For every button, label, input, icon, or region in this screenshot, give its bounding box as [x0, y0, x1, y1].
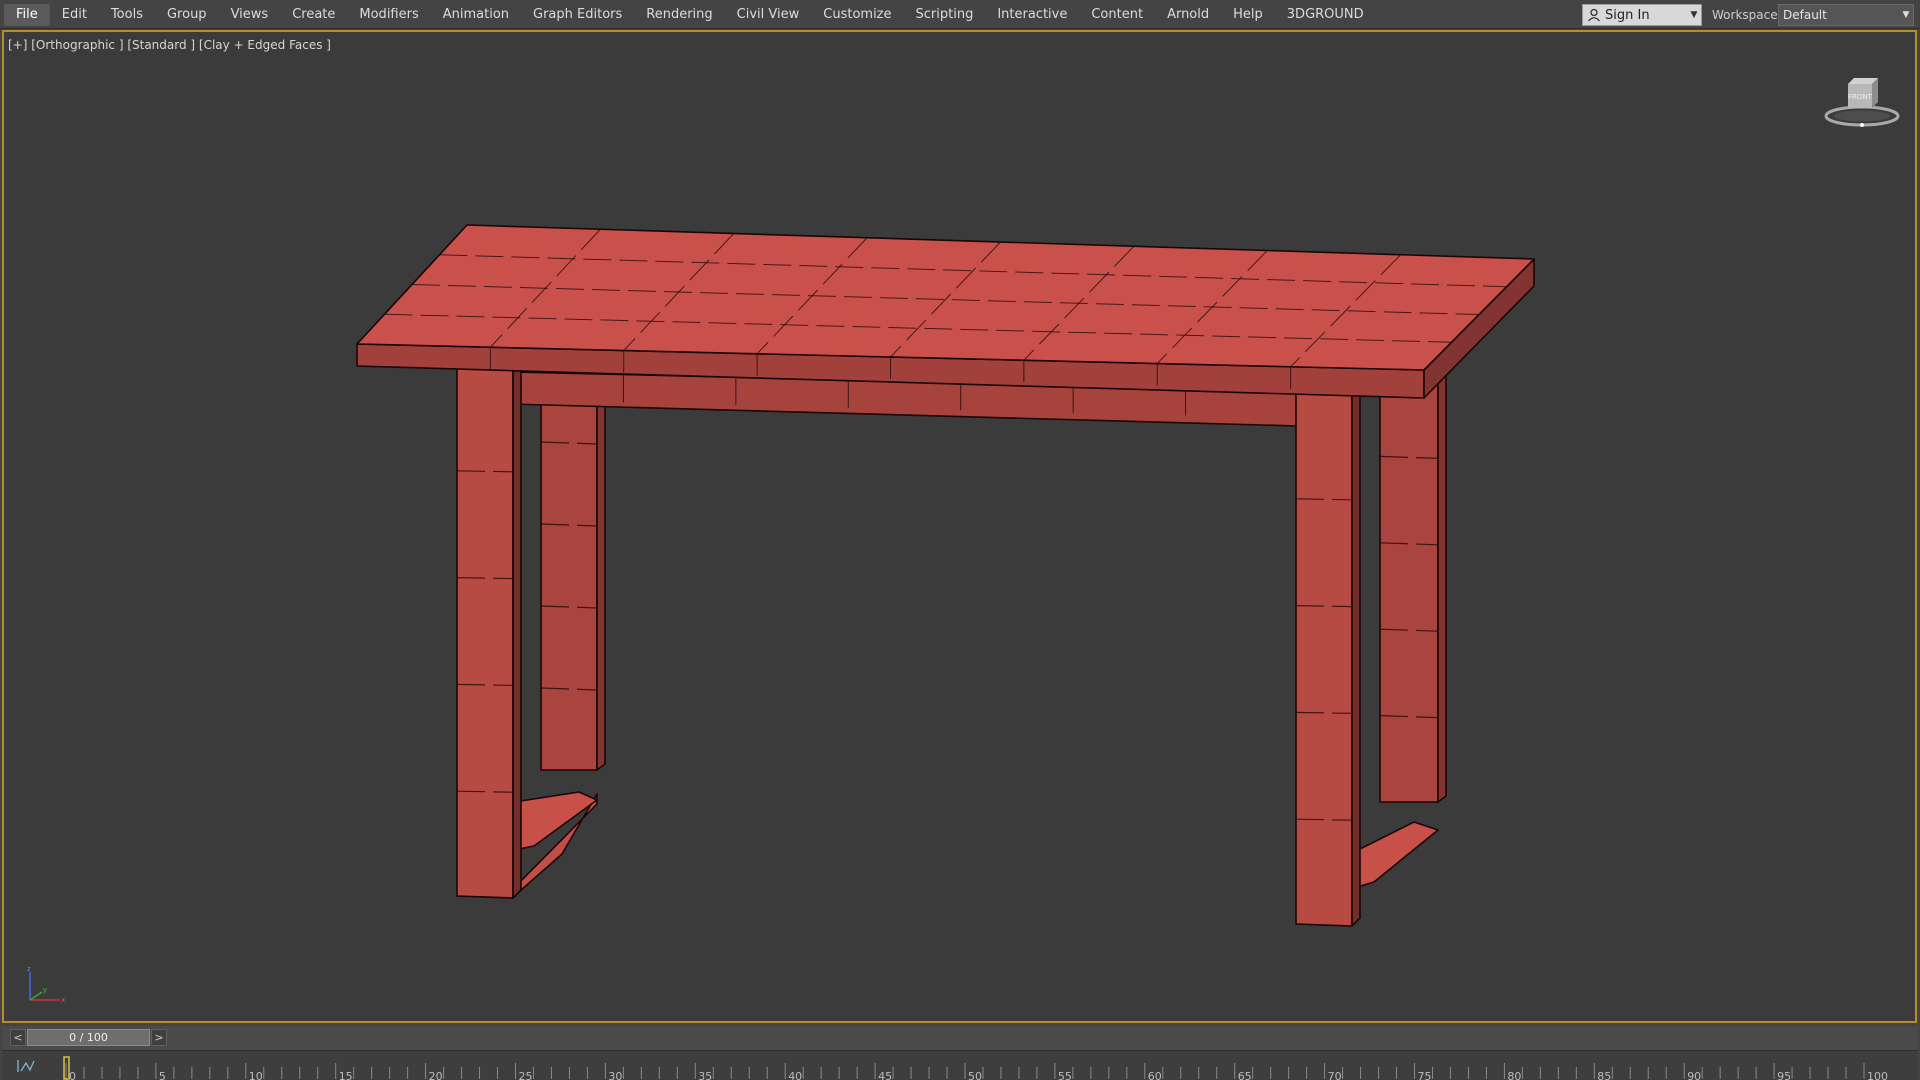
track-bar[interactable]: 0 5 10 15 20 25 30 35 40 45 50 55 60 65 70 75 80 85 90 95 10… — [2, 1050, 1918, 1080]
viewcube-face-label: FRONT — [1848, 93, 1873, 101]
menu-modifiers[interactable]: Modifiers — [347, 4, 430, 26]
frame-tick-label: 20 — [429, 1070, 443, 1080]
viewport-scene — [356, 224, 1535, 927]
frame-tick-label: 5 — [159, 1070, 166, 1080]
sign-in-label: Sign In — [1605, 7, 1650, 23]
menu-help[interactable]: Help — [1221, 4, 1275, 26]
table-model[interactable] — [356, 224, 1535, 927]
back-left-leg[interactable] — [540, 359, 598, 771]
front-right-leg-side[interactable] — [1351, 387, 1361, 927]
menu-graph-editors[interactable]: Graph Editors — [521, 4, 634, 26]
frame-tick-label: 30 — [608, 1070, 622, 1080]
frame-tick-label: 40 — [788, 1070, 802, 1080]
menu-create[interactable]: Create — [280, 4, 347, 26]
workspaces-select[interactable]: Default ▼ — [1778, 4, 1914, 26]
workspaces-label: Workspaces: — [1712, 8, 1788, 22]
left-foot-rail[interactable] — [513, 791, 598, 851]
frame-tick-label: 75 — [1418, 1070, 1432, 1080]
svg-text:x: x — [61, 996, 65, 1004]
chevron-down-icon: ▼ — [1902, 10, 1910, 20]
frame-tick-label: 60 — [1148, 1070, 1162, 1080]
frame-tick-label: 70 — [1328, 1070, 1342, 1080]
right-foot-rail[interactable] — [1353, 821, 1439, 889]
frame-tick-label: 90 — [1687, 1070, 1701, 1080]
front-left-leg[interactable] — [456, 363, 514, 899]
next-frame-button[interactable]: > — [151, 1029, 167, 1046]
tabletop-surface[interactable] — [356, 224, 1535, 371]
menu-scripting[interactable]: Scripting — [904, 4, 986, 26]
menu-customize[interactable]: Customize — [811, 4, 903, 26]
axis-tripod: z x y — [22, 962, 72, 1008]
frame-tick-label: 85 — [1597, 1070, 1611, 1080]
3dsmax-window: File Edit Tools Group Views Create Modifiers An… — [0, 0, 1920, 1080]
frame-tick-label: 35 — [698, 1070, 712, 1080]
menu-tools[interactable]: Tools — [99, 4, 155, 26]
menu-civil-view[interactable]: Civil View — [725, 4, 812, 26]
menu-edit[interactable]: Edit — [50, 4, 99, 26]
front-right-leg[interactable] — [1295, 391, 1353, 927]
frame-tick-label: 25 — [519, 1070, 533, 1080]
sign-in-dropdown[interactable]: Sign In ▼ — [1582, 4, 1702, 26]
time-slider-thumb[interactable]: 0 / 100 — [27, 1029, 150, 1046]
workspaces-value: Default — [1783, 8, 1827, 22]
menu-rendering[interactable]: Rendering — [634, 4, 724, 26]
menu-file[interactable]: File — [4, 3, 50, 26]
frame-ruler: 0 5 10 15 20 25 30 35 40 45 50 55 60 65 70 75 80 85 90 95 10… — [63, 1056, 1888, 1080]
frame-tick-label: 55 — [1058, 1070, 1072, 1080]
menu-views[interactable]: Views — [219, 4, 281, 26]
menu-items: File Edit Tools Group Views Create Modifiers An… — [4, 0, 1376, 29]
menu-bar: File Edit Tools Group Views Create Modifiers An… — [0, 0, 1920, 29]
perspective-viewport[interactable]: [+] [Orthographic ] [Standard ] [Clay + … — [2, 30, 1917, 1023]
menu-3dground[interactable]: 3DGROUND — [1275, 4, 1376, 26]
user-icon — [1583, 5, 1605, 25]
frame-tick-label: 0 — [69, 1070, 76, 1080]
viewcube[interactable]: FRONT — [1822, 68, 1902, 128]
frame-tick-label: 100 — [1867, 1070, 1888, 1080]
time-slider[interactable]: < 0 / 100 > — [2, 1026, 1918, 1050]
frame-tick-label: 45 — [878, 1070, 892, 1080]
chevron-down-icon: ▼ — [1690, 10, 1698, 20]
svg-text:y: y — [43, 986, 47, 994]
frame-tick-label: 80 — [1507, 1070, 1521, 1080]
back-right-leg[interactable] — [1379, 369, 1439, 803]
frame-tick-label: 65 — [1238, 1070, 1252, 1080]
front-left-leg-side[interactable] — [512, 359, 522, 899]
menu-arnold[interactable]: Arnold — [1155, 4, 1221, 26]
back-left-leg-side[interactable] — [596, 353, 606, 771]
frame-tick-label: 15 — [339, 1070, 353, 1080]
menu-animation[interactable]: Animation — [431, 4, 521, 26]
frame-tick-label: 95 — [1777, 1070, 1791, 1080]
menu-content[interactable]: Content — [1079, 4, 1155, 26]
back-right-leg-side[interactable] — [1437, 363, 1447, 803]
menu-interactive[interactable]: Interactive — [985, 4, 1079, 26]
frame-tick-label: 50 — [968, 1070, 982, 1080]
viewport-label[interactable]: [+] [Orthographic ] [Standard ] [Clay + … — [8, 38, 331, 52]
frame-tick-label: 10 — [249, 1070, 263, 1080]
previous-frame-button[interactable]: < — [10, 1029, 26, 1046]
menu-group[interactable]: Group — [155, 4, 219, 26]
svg-text:z: z — [27, 965, 31, 973]
